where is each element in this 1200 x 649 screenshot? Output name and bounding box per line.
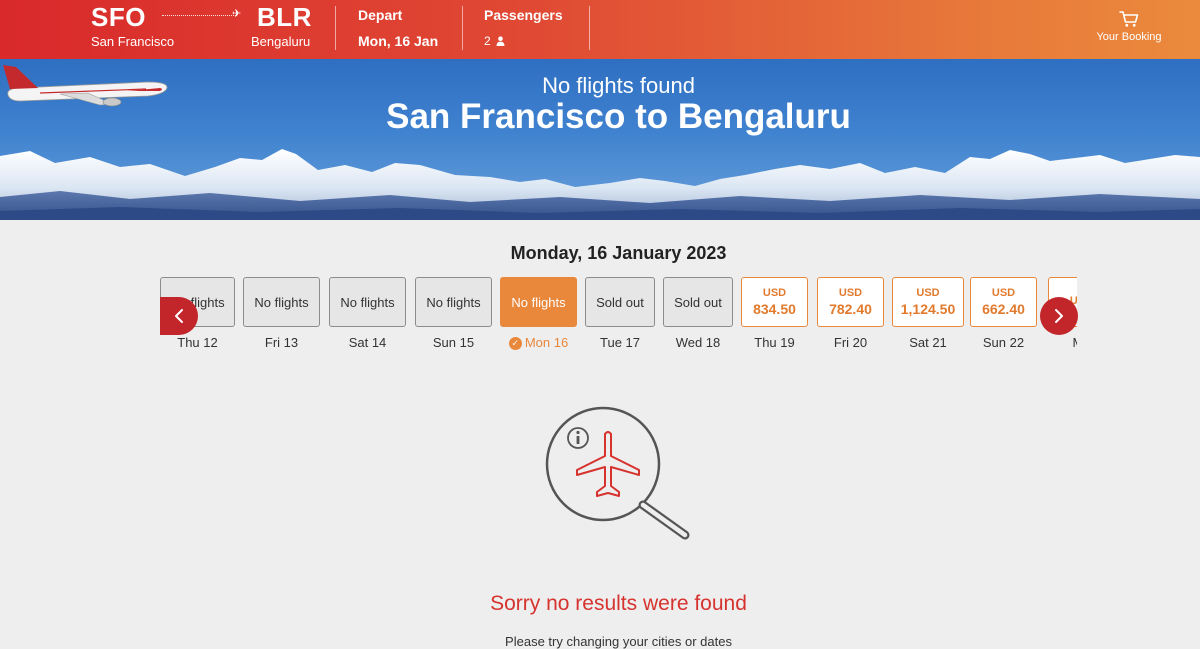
date-label-text: Tue 17 (600, 335, 640, 350)
date-label-text: Thu 12 (177, 335, 218, 350)
your-booking-label: Your Booking (1096, 31, 1162, 43)
depart-date[interactable]: Mon, 16 Jan (358, 33, 438, 49)
date-label-text: Sun 22 (982, 335, 1025, 350)
date-label-text: Mo (1072, 335, 1077, 350)
date-label: Sun 22 (970, 335, 1037, 350)
cart-icon (1119, 11, 1139, 27)
header-divider (589, 6, 590, 50)
fare-amount: 662.40 (982, 301, 1025, 317)
fare-currency: USD (838, 287, 863, 299)
next-dates-button[interactable] (1040, 297, 1078, 335)
route-plane-icon: ✈ (232, 8, 242, 20)
fare-amount: 834.50 (753, 301, 796, 317)
date-label: Sat 14 (329, 335, 406, 350)
date-status-box[interactable]: Sold out (663, 277, 733, 327)
fare-currency: USD (991, 287, 1016, 299)
date-label-text: Wed 18 (675, 335, 721, 350)
banner-title: San Francisco to Bengaluru (386, 97, 851, 136)
your-booking-button[interactable]: Your Booking (1085, 10, 1173, 43)
chevron-right-icon (1055, 309, 1063, 323)
date-status-text: No flights (254, 294, 309, 310)
date-label: Fri 20 (817, 335, 884, 350)
date-label: Thu 19 (741, 335, 808, 350)
no-flights-search-icon (545, 406, 690, 540)
date-label: Fri 13 (243, 335, 320, 350)
date-fare-box[interactable]: USD 834.50 (741, 277, 808, 327)
route-line (162, 15, 236, 16)
person-icon (496, 36, 505, 46)
hero-banner: No flights found San Francisco to Bengal… (0, 59, 1200, 220)
date-status-box[interactable]: No flights (329, 277, 406, 327)
date-label: Mo (1048, 335, 1077, 350)
booking-header: SFO San Francisco ✈ BLR Bengaluru Depart… (0, 0, 1200, 59)
fare-currency: USD (916, 287, 940, 299)
fare-amount: 1,124.50 (900, 301, 956, 317)
date-label-text: Fri 20 (833, 335, 868, 350)
no-results-message: Sorry no results were found (490, 592, 747, 615)
origin-code[interactable]: SFO (91, 2, 146, 33)
passengers-count: 2 (484, 34, 491, 48)
date-label: Sun 15 (415, 335, 492, 350)
date-fare-box[interactable]: USD 662.40 (970, 277, 1037, 327)
date-status-text: No flights (340, 294, 395, 310)
header-divider (462, 6, 463, 50)
date-carousel: No flights Thu 12 No flights Fri 13 No fligh… (160, 275, 1077, 355)
date-fare-box[interactable]: USD 1,124.50 (892, 277, 964, 327)
origin-city: San Francisco (91, 34, 175, 49)
header-divider (335, 6, 336, 50)
date-label-text: Sat 14 (348, 335, 387, 350)
chevron-left-icon (175, 309, 183, 323)
passengers-selector[interactable]: 2 (484, 34, 505, 48)
date-label-text: Thu 19 (754, 335, 795, 350)
date-status-box[interactable]: No flights (243, 277, 320, 327)
date-label-text: Sun 15 (432, 335, 475, 350)
date-label: Sat 21 (892, 335, 964, 350)
date-label: Wed 18 (663, 335, 733, 350)
date-status-text: Sold out (674, 294, 722, 310)
date-status-box[interactable]: No flights (415, 277, 492, 327)
date-label: Tue 17 (585, 335, 655, 350)
date-status-text: No flights (426, 294, 481, 310)
date-status-box[interactable]: No flights (500, 277, 577, 327)
date-fare-box[interactable]: USD 782.40 (817, 277, 884, 327)
date-label-text: Mon 16 (524, 335, 569, 350)
date-status-text: No flights (511, 294, 566, 310)
selected-date-heading: Monday, 16 January 2023 (510, 243, 727, 263)
date-label-text: Fri 13 (264, 335, 299, 350)
passengers-label: Passengers (484, 7, 563, 23)
date-status-text: Sold out (596, 294, 644, 310)
check-circle-icon: ✓ (508, 337, 522, 350)
depart-label: Depart (358, 7, 403, 23)
fare-amount: 782.40 (829, 301, 872, 317)
date-label-text: Sat 21 (909, 335, 947, 350)
previous-dates-button[interactable] (160, 297, 198, 335)
date-label: ✓ Mon 16 (500, 335, 577, 350)
destination-city: Bengaluru (251, 34, 311, 49)
date-label: Thu 12 (160, 335, 235, 350)
fare-currency: USD (762, 287, 787, 299)
destination-code[interactable]: BLR (257, 2, 312, 33)
banner-subtitle: No flights found (542, 73, 695, 98)
date-status-box[interactable]: Sold out (585, 277, 655, 327)
